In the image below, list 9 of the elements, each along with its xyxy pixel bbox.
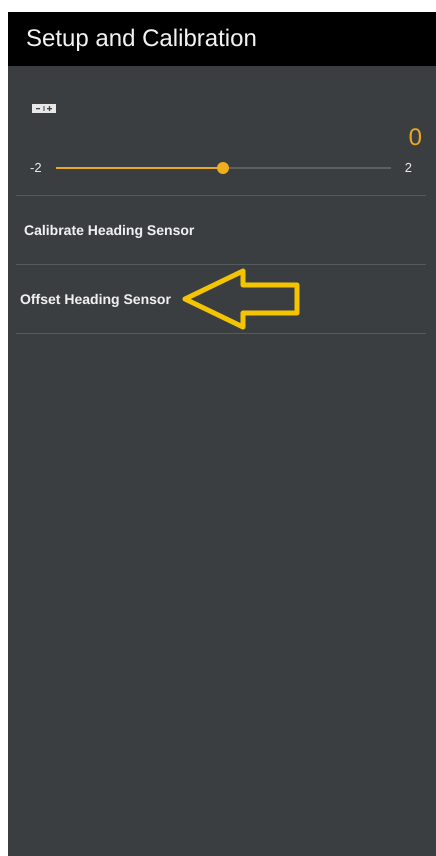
screen-title: Setup and Calibration [26, 25, 257, 53]
slider-thumb[interactable] [217, 162, 230, 174]
max-label: 2 [404, 160, 412, 175]
menu-item[interactable]: Calibrate Heading Sensor [24, 222, 194, 238]
min-label: -2 [30, 160, 42, 175]
menu-item[interactable]: Offset Heading Sensor [20, 291, 171, 307]
stepper-icon [32, 104, 56, 113]
slider-track[interactable] [56, 162, 391, 174]
slider-value: 0 [408, 124, 422, 152]
